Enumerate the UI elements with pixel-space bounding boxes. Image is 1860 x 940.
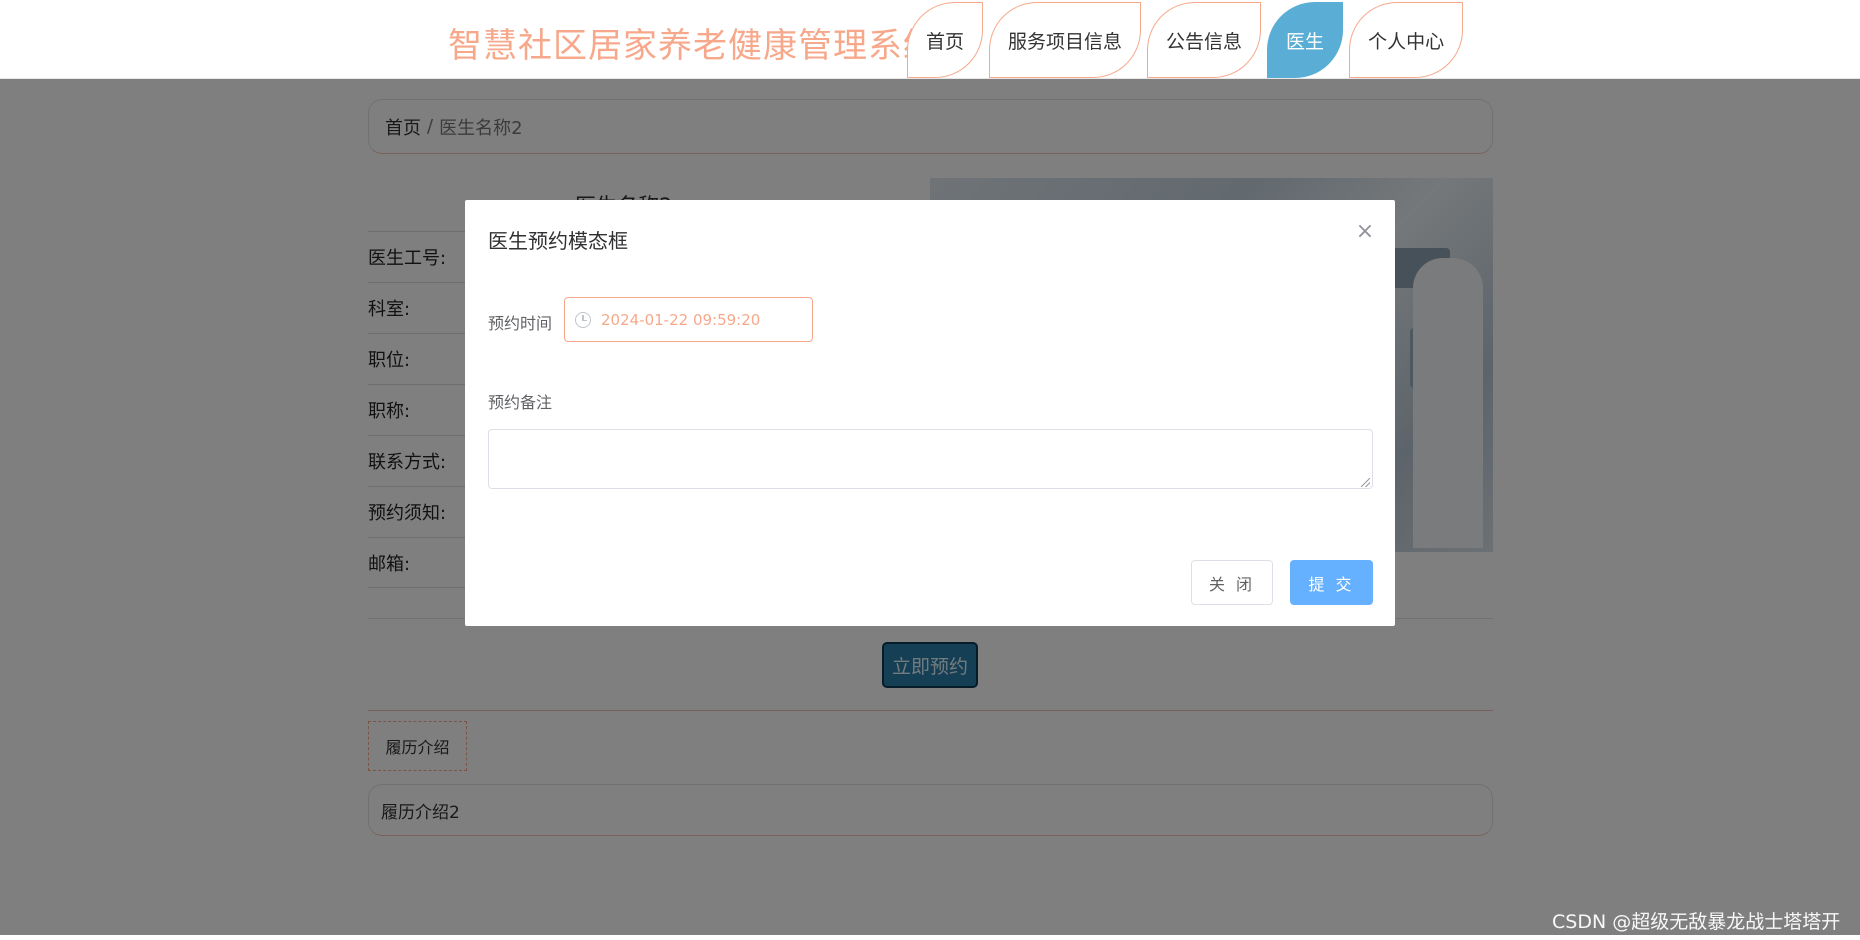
nav-item-profile[interactable]: 个人中心	[1349, 2, 1464, 78]
submit-button[interactable]: 提 交	[1290, 560, 1373, 605]
appointment-time-input[interactable]: 2024-01-22 09:59:20	[564, 297, 813, 342]
close-icon[interactable]: ×	[1355, 221, 1375, 243]
close-button[interactable]: 关 闭	[1191, 560, 1273, 605]
appointment-time-value: 2024-01-22 09:59:20	[601, 310, 761, 329]
nav-item-services[interactable]: 服务项目信息	[989, 2, 1142, 78]
note-label: 预约备注	[488, 393, 553, 412]
nav-item-home[interactable]: 首页	[907, 2, 984, 78]
time-label: 预约时间	[488, 314, 553, 333]
main-nav: 首页 服务项目信息 公告信息 医生 个人中心	[907, 2, 1464, 78]
nav-item-announcements[interactable]: 公告信息	[1147, 2, 1262, 78]
watermark: CSDN @超级无敌暴龙战士塔塔开	[1552, 911, 1841, 933]
appointment-modal: 医生预约模态框 × 预约时间 2024-01-22 09:59:20 预约备注 …	[465, 200, 1395, 626]
modal-title: 医生预约模态框	[488, 229, 628, 253]
resize-handle-icon[interactable]	[1361, 478, 1370, 487]
clock-icon	[575, 311, 591, 328]
top-header: 智慧社区居家养老健康管理系统 首页 服务项目信息 公告信息 医生 个人中心	[0, 0, 1860, 79]
site-title: 智慧社区居家养老健康管理系统	[448, 26, 938, 66]
nav-item-doctor[interactable]: 医生	[1267, 2, 1344, 78]
page-bottom-edge	[0, 935, 1860, 940]
appointment-note-textarea[interactable]	[488, 429, 1373, 489]
